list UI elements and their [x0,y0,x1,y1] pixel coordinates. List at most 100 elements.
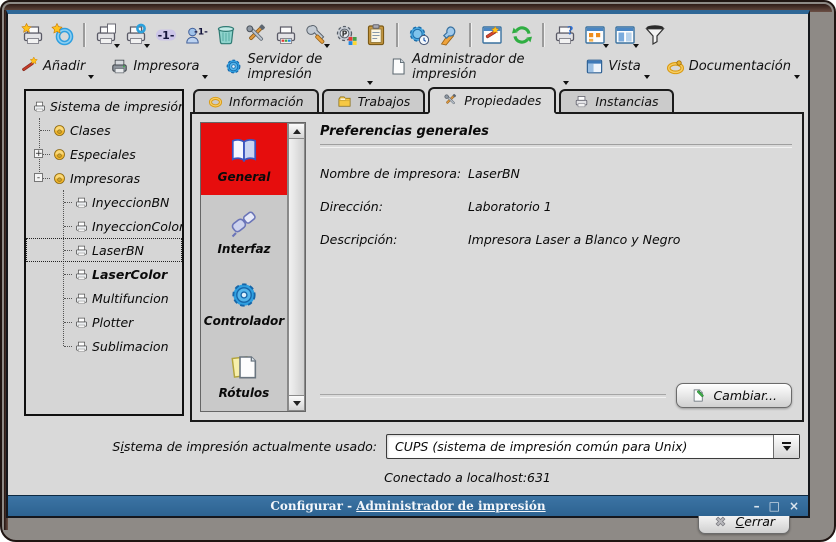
change-button-label: Cambiar... [713,388,777,403]
menu-handbook-item[interactable]: Documentación [666,55,802,79]
dropdown-arrow-icon [603,44,609,48]
toolbar-printer-test-button[interactable] [271,21,301,49]
printer-small-icon [74,291,89,306]
scrollbar-thumb[interactable] [288,139,305,395]
tree-item-lasercolor[interactable]: LaserColor [26,262,182,286]
tab-trabajos[interactable]: Trabajos [322,89,426,112]
toolbar-add-class-button[interactable] [48,21,78,49]
button-divider [320,394,666,398]
toolbar-separator [396,23,399,47]
menu-wand-item[interactable]: Añadir [20,55,96,79]
toolbar-printer-question-button[interactable]: ? [550,21,580,49]
menu-item-label: Añadir [43,59,85,74]
section-list-items: General InterfazControlador Rótulos [201,123,287,411]
tree-item-plotter[interactable]: Plotter [26,310,182,334]
toolbar-add-printer-button[interactable] [18,21,48,49]
toolbar-view-columns-button[interactable] [610,21,640,49]
printer-question-icon: ? [553,23,577,47]
tree-item-sistema-de-impresión[interactable]: Sistema de impresión [26,94,182,118]
section-item-general[interactable]: General [201,123,287,195]
tree-item-label: LaserBN [92,243,144,258]
tree-expander-icon[interactable]: - [34,173,43,182]
section-item-label: Rótulos [219,386,270,400]
tree-item-inyeccioncolor[interactable]: InyeccionColor [26,214,182,238]
user-quota-icon: -1- [184,23,208,47]
change-button[interactable]: Cambiar... [676,383,792,408]
arrow-up-icon [293,129,301,134]
tree-item-label: InyeccionColor [92,219,184,234]
toolbar-filter-button[interactable] [640,21,670,49]
tab-bar: InformaciónTrabajosPropiedadesInstancias [190,85,804,112]
toolbar-printer-gear-button[interactable] [121,21,151,49]
titlebar[interactable]: Configurar - Administrador de impresión … [8,495,808,516]
menu-window-view-item[interactable]: Vista [585,55,651,79]
tree-item-inyeccionbn[interactable]: InyeccionBN [26,190,182,214]
toolbar-gear-windows-button[interactable]: P [331,21,361,49]
tree-item-laserbn[interactable]: LaserBN [26,238,182,262]
section-list-scrollbar[interactable] [287,123,305,411]
printer-small-icon [32,99,47,114]
scroll-up-button[interactable] [288,123,305,139]
folder-icon [337,94,352,109]
toolbar-gear-clock-button[interactable] [404,21,434,49]
menu-gear-blue-item[interactable]: Servidor de impresión [224,50,375,85]
toolbar-server-wrench-button[interactable] [434,21,464,49]
menu-printer-menu-item[interactable]: Impresora [110,55,210,79]
maximize-window-button[interactable]: □ [769,500,780,512]
menu-document-item[interactable]: Administrador de impresión [389,50,571,85]
tree-item-multifuncion[interactable]: Multifuncion [26,286,182,310]
section-item-rótulos[interactable]: Rótulos [201,339,287,411]
close-window-button[interactable]: × [789,500,799,512]
combo-arrow-icon [783,446,791,451]
tools-icon [244,23,268,47]
tab-información[interactable]: Información [193,89,319,112]
toolbar-printer-pages-button[interactable] [91,21,121,49]
section-item-interfaz[interactable]: Interfaz [201,195,287,267]
menu-item-label: Servidor de impresión [247,52,364,82]
class-icon [52,147,67,162]
tree-item-especiales[interactable]: +Especiales [26,142,182,166]
handbook-icon [666,57,685,76]
toolbar-user-quota-button[interactable]: -1- [181,21,211,49]
tab-propiedades[interactable]: Propiedades [428,87,556,114]
footer-area: Sistema de impresión actualmente usado: … [8,424,808,495]
gear-clock-icon [407,23,431,47]
tree-item-clases[interactable]: Clases [26,118,182,142]
scroll-down-button[interactable] [288,395,305,411]
toolbar-trash-button[interactable] [211,21,241,49]
gear-windows-icon: P [334,23,358,47]
toolbar-main: -1--1- P? [8,14,808,53]
printer-test-icon [274,23,298,47]
connection-status: Conectado a localhost:631 [20,470,800,485]
section-item-controlador[interactable]: Controlador [201,267,287,339]
toolbar-tools-button[interactable] [241,21,271,49]
tree-item-label: Multifuncion [92,291,169,306]
section-item-label: General [218,170,271,184]
tree-expander-icon[interactable]: + [34,149,43,158]
server-wrench-icon [437,23,461,47]
svg-text:P: P [342,29,348,38]
tree-item-impresoras[interactable]: -Impresoras [26,166,182,190]
tree-item-label: Sublimacion [92,339,169,354]
printer-tree[interactable]: Sistema de impresión Clases+Especiales-Im… [24,89,184,416]
minimize-window-button[interactable]: – [754,500,760,512]
property-field: Descripción:Impresora Laser a Blanco y N… [320,232,792,247]
toolbar-maintenance-button[interactable] [301,21,331,49]
combo-arrow-icon [782,442,791,444]
book-icon [228,135,260,167]
printer-small-icon [74,339,89,354]
toolbar-quota-button[interactable]: -1- [151,21,181,49]
combobox-dropdown-button[interactable] [773,435,799,458]
tab-instancias[interactable]: Instancias [559,89,673,112]
toolbar-wizard-window-button[interactable] [477,21,507,49]
print-system-combobox[interactable]: CUPS (sistema de impresión común para Un… [386,434,800,459]
combobox-value: CUPS (sistema de impresión común para Un… [387,439,773,454]
class-icon [52,123,67,138]
toolbar-refresh-button[interactable] [507,21,537,49]
class-icon [52,171,67,186]
property-field: Dirección:Laboratorio 1 [320,199,792,214]
toolbar-clipboard-button[interactable] [361,21,391,49]
tree-item-label: Sistema de impresión [50,99,184,114]
toolbar-view-icons-button[interactable] [580,21,610,49]
tree-item-sublimacion[interactable]: Sublimacion [26,334,182,358]
